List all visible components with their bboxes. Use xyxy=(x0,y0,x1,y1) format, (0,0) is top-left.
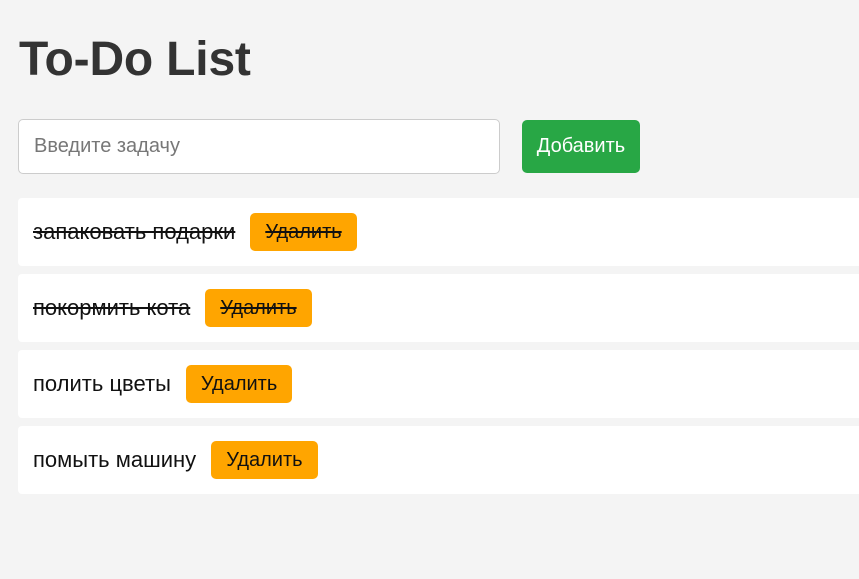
delete-task-button[interactable]: Удалить xyxy=(211,441,318,479)
task-item[interactable]: покормить кота Удалить xyxy=(18,274,859,342)
task-item[interactable]: помыть машину Удалить xyxy=(18,426,859,494)
delete-task-button[interactable]: Удалить xyxy=(250,213,357,251)
delete-task-button[interactable]: Удалить xyxy=(205,289,312,327)
task-text[interactable]: запаковать подарки xyxy=(33,219,235,245)
delete-task-button[interactable]: Удалить xyxy=(185,365,293,403)
task-text[interactable]: покормить кота xyxy=(33,295,190,321)
add-task-form: Добавить xyxy=(18,119,718,174)
task-input[interactable] xyxy=(18,119,500,174)
task-text[interactable]: помыть машину xyxy=(33,447,196,473)
task-item[interactable]: полить цветы Удалить xyxy=(18,350,859,418)
task-list: запаковать подарки Удалить покормить кот… xyxy=(18,198,859,502)
task-text[interactable]: полить цветы xyxy=(33,371,171,397)
add-task-button[interactable]: Добавить xyxy=(522,120,640,173)
page-title: To-Do List xyxy=(19,33,251,86)
task-item[interactable]: запаковать подарки Удалить xyxy=(18,198,859,266)
